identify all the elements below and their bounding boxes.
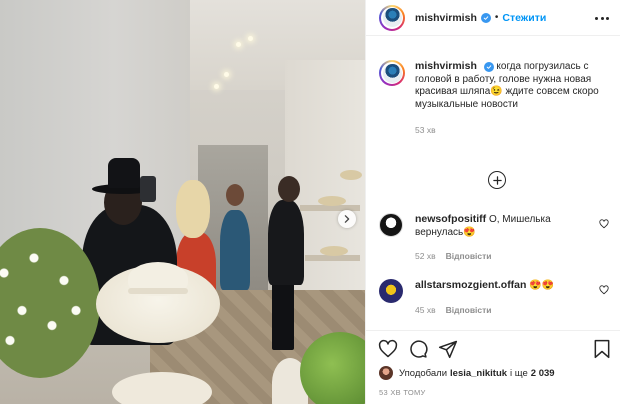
verified-badge-icon	[480, 12, 491, 23]
likes-middle: і ще	[510, 367, 528, 379]
shelf-hat	[340, 170, 362, 180]
reply-button[interactable]: Відповісти	[446, 304, 492, 317]
black-hat-crown	[108, 158, 140, 188]
comment-icon[interactable]	[408, 339, 428, 359]
bookmark-icon[interactable]	[592, 339, 612, 359]
comment-timestamp[interactable]: 52 хв	[415, 250, 436, 263]
caption-author-avatar[interactable]	[379, 60, 405, 86]
person-blonde-hair	[176, 180, 210, 238]
likes-prefix: Уподобали	[399, 367, 448, 379]
white-hat-band	[128, 288, 188, 294]
ceiling-light	[236, 42, 241, 47]
comment-heart-icon[interactable]	[599, 219, 609, 229]
comment-timestamp[interactable]: 45 хв	[415, 304, 436, 317]
shelf-hat	[318, 196, 346, 206]
liker-username[interactable]: lesia_nikituk	[450, 368, 507, 379]
shelf-hat	[320, 246, 348, 256]
commenter-username[interactable]: newsofpositiff	[415, 213, 486, 225]
person-head	[278, 176, 300, 202]
person-black-dress	[268, 200, 304, 285]
caption-username[interactable]: mishvirmish	[415, 60, 477, 72]
next-photo-arrow-icon[interactable]	[338, 210, 356, 228]
liker-avatar[interactable]	[379, 366, 393, 380]
commenter-username[interactable]: allstarsmozgient.offan	[415, 279, 526, 291]
likes-count[interactable]: 2 039	[531, 368, 555, 379]
ceiling-light	[248, 36, 253, 41]
verified-badge-icon	[483, 62, 494, 72]
more-options-icon[interactable]	[595, 12, 609, 24]
post-photo[interactable]	[0, 0, 365, 404]
post-header: mishvirmish • Стежити	[366, 0, 620, 36]
plus-circle-icon[interactable]	[488, 171, 506, 189]
comment-text: 😍😍	[529, 280, 555, 291]
person-blue-dress	[220, 210, 250, 290]
post-timestamp[interactable]: 53 ХВ ТОМУ	[379, 388, 426, 397]
post-side-panel: mishvirmish • Стежити mishvirmish когда …	[365, 0, 620, 404]
ceiling-light	[224, 72, 229, 77]
share-icon[interactable]	[438, 339, 458, 359]
post-dialog: mishvirmish • Стежити mishvirmish когда …	[0, 0, 620, 404]
heart-icon[interactable]	[378, 339, 398, 359]
comment-item: allstarsmozgient.offan 😍😍 45 хв Відповіс…	[379, 279, 611, 316]
caption-timestamp[interactable]: 53 хв	[415, 124, 611, 137]
author-avatar[interactable]	[379, 4, 405, 31]
smartphone	[140, 176, 156, 202]
author-username[interactable]: mishvirmish	[415, 12, 477, 24]
comment-item: newsofpositiff О, Мишелька вернулась😍 52…	[379, 213, 611, 263]
person-legs	[272, 280, 294, 350]
likes-summary: Уподобали lesia_nikituk і ще 2 039	[379, 366, 555, 380]
follow-button[interactable]: Стежити	[502, 12, 546, 24]
post-caption: mishvirmish когда погрузилась с головой …	[379, 60, 611, 137]
commenter-avatar[interactable]	[379, 279, 403, 303]
commenter-avatar[interactable]	[379, 213, 403, 237]
comment-heart-icon[interactable]	[599, 285, 609, 295]
post-action-bar	[366, 330, 620, 364]
separator-dot: •	[494, 12, 499, 23]
white-hat-foreground	[112, 372, 212, 404]
reply-button[interactable]: Відповісти	[446, 250, 492, 263]
person-head	[226, 184, 244, 206]
ceiling-light	[214, 84, 219, 89]
